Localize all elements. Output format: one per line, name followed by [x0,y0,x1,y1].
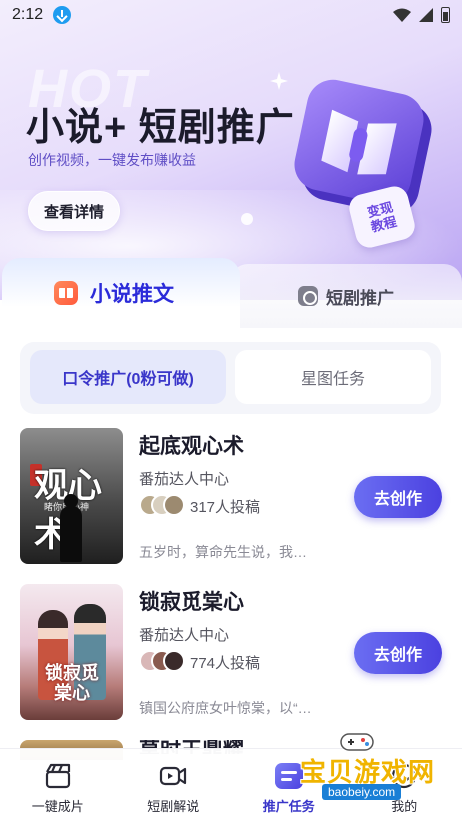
download-icon [53,6,72,24]
hero-title: 小说+ 短剧推广 [26,107,295,149]
item-source: 番茄达人中心 [139,627,230,644]
sub-tabs: 口令推广(0粉可做) 星图任务 [20,342,441,414]
submission-count: 774人投稿 [190,655,261,672]
battery-icon [441,7,450,23]
hero-subtitle: 创作视频，一键发布赚收益 [28,152,196,168]
book-cover: 观心术 睹你目心神 [20,428,123,564]
nav-label: 推广任务 [262,799,315,814]
avatar-stack [139,494,185,516]
nav-item-profile[interactable]: 我的 [347,749,462,821]
video-camera-icon [160,766,187,786]
tab-novel[interactable]: 小说推文 [2,258,240,328]
avatar-stack [139,650,185,672]
book-cover: 锁寂觅棠心 [20,584,123,720]
item-title: 起底观心术 [139,435,244,458]
nav-label: 一键成片 [31,799,84,814]
avatar [163,650,185,672]
nav-item-one-click-video[interactable]: 一键成片 [0,749,116,821]
list-item[interactable]: 观心术 睹你目心神 起底观心术 番茄达人中心 317人投稿 五岁时，算命先生说，… [20,428,442,568]
subtab-command-promo[interactable]: 口令推广(0粉可做) [30,350,226,404]
create-button[interactable]: 去创作 [354,632,442,674]
create-button[interactable]: 去创作 [354,476,442,518]
item-description: 五岁时，算命先生说，我… [139,544,307,560]
item-source: 番茄达人中心 [139,471,230,488]
tab-label: 短剧推广 [326,288,394,308]
status-bar: 2:12 [0,0,462,30]
nav-item-promo-tasks[interactable]: 推广任务 [231,749,347,821]
avatar [163,494,185,516]
wifi-icon [393,8,411,22]
item-title: 锁寂觅棠心 [139,591,244,614]
status-icons [393,7,450,23]
tab-label: 小说推文 [90,283,174,306]
nav-item-drama-commentary[interactable]: 短剧解说 [116,749,232,821]
tab-short-drama[interactable]: 短剧推广 [230,264,462,328]
task-content: 口令推广(0粉可做) 星图任务 观心术 睹你目心神 起底观心术 番茄达人中心 3… [0,328,462,748]
view-details-button[interactable]: 查看详情 [28,191,120,231]
cover-title: 锁寂觅棠心 [45,663,99,704]
main-tabs: 短剧推广 小说推文 [0,258,462,328]
film-icon [298,286,318,306]
silhouette [60,494,82,562]
item-description: 镇国公府庶女叶惊棠，以“… [139,700,312,716]
submission-count: 317人投稿 [190,499,261,516]
nav-label: 短剧解说 [147,799,200,814]
hero-banner: 2:12 HOT 小说+ 短剧推广 创作视频，一键发布赚收益 查看详情 变现 教… [0,0,462,300]
subtab-xingtu-tasks[interactable]: 星图任务 [235,350,431,404]
task-icon [274,763,303,789]
list-item[interactable]: 锁寂觅棠心 锁寂觅棠心 番茄达人中心 774人投稿 镇国公府庶女叶惊棠，以“… … [20,584,442,724]
sparkle-icon [241,213,253,225]
book-icon [54,281,78,305]
smile-icon [392,763,417,789]
status-time: 2:12 [12,6,44,23]
bottom-nav: 一键成片 短剧解说 推广任务 我的 [0,748,462,821]
clapperboard-icon [45,763,70,789]
nav-label: 我的 [391,799,418,814]
signal-icon [419,8,433,22]
